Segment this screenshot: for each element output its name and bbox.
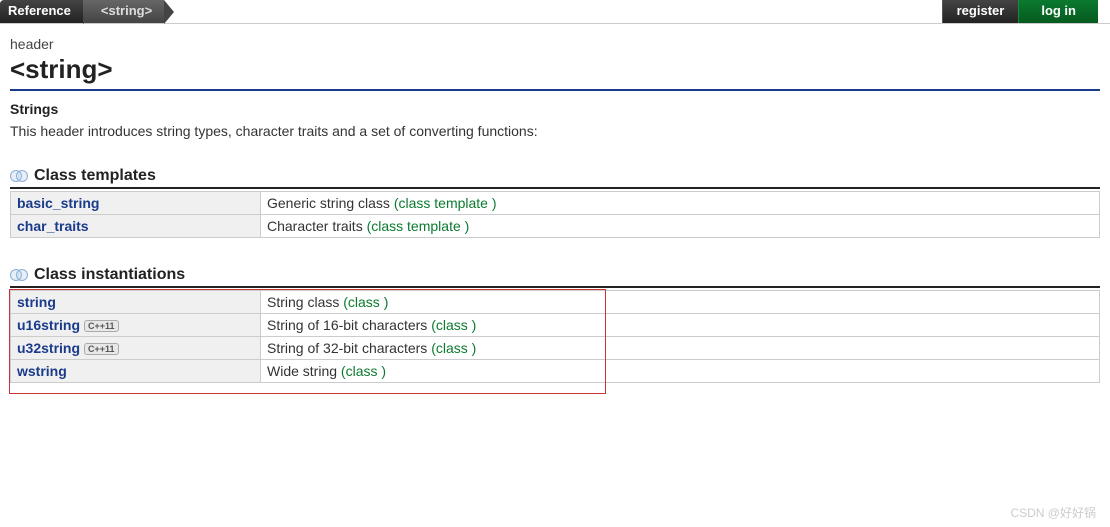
link-wstring[interactable]: wstring bbox=[17, 363, 67, 379]
watermark: CSDN @好好锅 bbox=[1010, 504, 1096, 521]
table-row: char_traits Character traits (class temp… bbox=[11, 215, 1100, 238]
main-content: header <string> Strings This header intr… bbox=[0, 24, 1110, 407]
link-basic-string[interactable]: basic_string bbox=[17, 195, 99, 211]
type-label: (class template ) bbox=[394, 195, 497, 211]
section-title-instantiations: Class instantiations bbox=[10, 266, 1100, 288]
desc-text: Generic string class bbox=[267, 195, 390, 211]
link-u16string[interactable]: u16string bbox=[17, 317, 80, 333]
tab-reference[interactable]: Reference bbox=[0, 0, 83, 23]
tab-string[interactable]: <string> bbox=[83, 0, 164, 23]
login-button[interactable]: log in bbox=[1018, 0, 1098, 23]
page-subtitle: Strings bbox=[10, 101, 1100, 117]
type-label: (class ) bbox=[431, 340, 476, 356]
register-button[interactable]: register bbox=[942, 0, 1019, 23]
table-row: u32string C++11 String of 32-bit characte… bbox=[11, 337, 1100, 360]
page-description: This header introduces string types, cha… bbox=[10, 123, 1100, 139]
type-label: (class ) bbox=[341, 363, 386, 379]
desc-text: String class bbox=[267, 294, 339, 310]
section-title-templates: Class templates bbox=[10, 167, 1100, 189]
link-string[interactable]: string bbox=[17, 294, 56, 310]
table-row: u16string C++11 String of 16-bit characte… bbox=[11, 314, 1100, 337]
section-title-label: Class instantiations bbox=[34, 266, 185, 284]
table-row: wstring Wide string (class ) bbox=[11, 360, 1100, 383]
type-label: (class template ) bbox=[367, 218, 470, 234]
cpp11-badge: C++11 bbox=[84, 343, 119, 355]
table-row: string String class (class ) bbox=[11, 291, 1100, 314]
section-title-label: Class templates bbox=[34, 167, 156, 185]
class-instantiations-table: string String class (class ) u16string C+… bbox=[10, 290, 1100, 383]
desc-text: String of 16-bit characters bbox=[267, 317, 427, 333]
page-title: <string> bbox=[10, 54, 1100, 91]
table-row: basic_string Generic string class (class… bbox=[11, 192, 1100, 215]
cpp11-badge: C++11 bbox=[84, 320, 119, 332]
top-bar: Reference <string> register log in bbox=[0, 0, 1110, 24]
type-label: (class ) bbox=[343, 294, 388, 310]
header-type: header bbox=[10, 36, 1100, 52]
link-icon bbox=[10, 268, 30, 282]
desc-text: Wide string bbox=[267, 363, 337, 379]
desc-text: String of 32-bit characters bbox=[267, 340, 427, 356]
type-label: (class ) bbox=[431, 317, 476, 333]
class-templates-table: basic_string Generic string class (class… bbox=[10, 191, 1100, 238]
desc-text: Character traits bbox=[267, 218, 363, 234]
link-u32string[interactable]: u32string bbox=[17, 340, 80, 356]
link-icon bbox=[10, 169, 30, 183]
link-char-traits[interactable]: char_traits bbox=[17, 218, 89, 234]
breadcrumb: Reference <string> bbox=[0, 0, 164, 23]
